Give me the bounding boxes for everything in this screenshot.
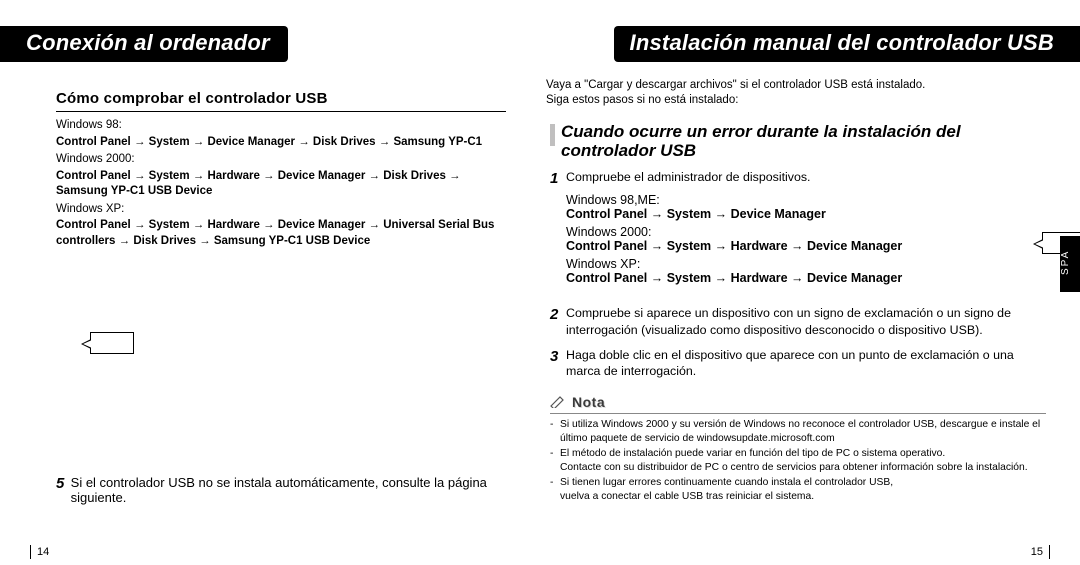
page-number-right: 15 — [1031, 545, 1050, 559]
os-label-winxp: Windows XP: — [56, 202, 506, 218]
os-label-win2000: Windows 2000: — [56, 152, 506, 168]
step-5: 5 Si el controlador USB no se instala au… — [56, 475, 506, 505]
right-intro-line1: Vaya a "Cargar y descargar archivos" si … — [546, 78, 1046, 93]
right-intro-line2: Siga estos pasos si no está instalado: — [546, 93, 1046, 108]
step-1-number: 1 — [550, 169, 566, 189]
right-page-header: Instalación manual del controlador USB — [614, 26, 1080, 62]
os-block-98me-name: Windows 98,ME: — [566, 193, 1046, 207]
nota-item-3: Si tienen lugar errores continuamente cu… — [560, 476, 1046, 490]
language-tab: SPA — [1060, 236, 1080, 292]
os-block-98me: Windows 98,ME: Control Panel → System → … — [566, 193, 1046, 221]
step-2-number: 2 — [550, 305, 566, 338]
os-path-winxp: Control Panel → System → Hardware → Devi… — [56, 218, 506, 249]
step-3-number: 3 — [550, 347, 566, 380]
left-subtitle: Cómo comprobar el controlador USB — [56, 90, 506, 112]
step-3: 3 Haga doble clic en el dispositivo que … — [550, 347, 1046, 380]
step-2-text: Compruebe si aparece un dispositivo con … — [566, 305, 1046, 338]
callout-placeholder-left — [90, 332, 134, 354]
step-5-number: 5 — [56, 475, 71, 505]
os-block-2000: Windows 2000: Control Panel → System → H… — [566, 225, 1046, 253]
step-1-text: Compruebe el administrador de dispositiv… — [566, 169, 1046, 189]
os-block-98me-path: Control Panel → System → Device Manager — [566, 207, 1046, 221]
os-label-win98: Windows 98: — [56, 118, 506, 134]
left-page: Cómo comprobar el controlador USB Window… — [0, 62, 540, 545]
os-block-xp-path: Control Panel → System → Hardware → Devi… — [566, 271, 1046, 285]
os-path-win2000: Control Panel → System → Hardware → Devi… — [56, 169, 506, 200]
step-5-text: Si el controlador USB no se instala auto… — [71, 475, 506, 505]
os-block-xp-name: Windows XP: — [566, 257, 1046, 271]
step-1: 1 Compruebe el administrador de disposit… — [550, 169, 1046, 189]
section-title: Cuando ocurre un error durante la instal… — [561, 122, 1046, 161]
step-2: 2 Compruebe si aparece un dispositivo co… — [550, 305, 1046, 338]
nota-item-2: El método de instalación puede variar en… — [560, 447, 1046, 461]
nota-item-2-sub: Contacte con su distribuidor de PC o cen… — [560, 461, 1046, 475]
nota-title: Nota — [572, 394, 605, 410]
nota-item-1: Si utiliza Windows 2000 y su versión de … — [560, 418, 1046, 446]
os-path-win98: Control Panel → System → Device Manager … — [56, 135, 506, 151]
nota-list: -Si utiliza Windows 2000 y su versión de… — [550, 418, 1046, 503]
step-3-text: Haga doble clic en el dispositivo que ap… — [566, 347, 1046, 380]
nota-item-3-sub: vuelva a conectar el cable USB tras rein… — [560, 490, 1046, 504]
right-page: Vaya a "Cargar y descargar archivos" si … — [540, 62, 1080, 545]
os-block-xp: Windows XP: Control Panel → System → Har… — [566, 257, 1046, 285]
pencil-icon — [550, 396, 566, 408]
left-page-header: Conexión al ordenador — [0, 26, 288, 62]
os-block-2000-name: Windows 2000: — [566, 225, 1046, 239]
nota-heading: Nota — [550, 394, 1046, 414]
page-number-left: 14 — [30, 545, 49, 559]
os-block-2000-path: Control Panel → System → Hardware → Devi… — [566, 239, 1046, 253]
section-bar-icon — [550, 124, 555, 146]
